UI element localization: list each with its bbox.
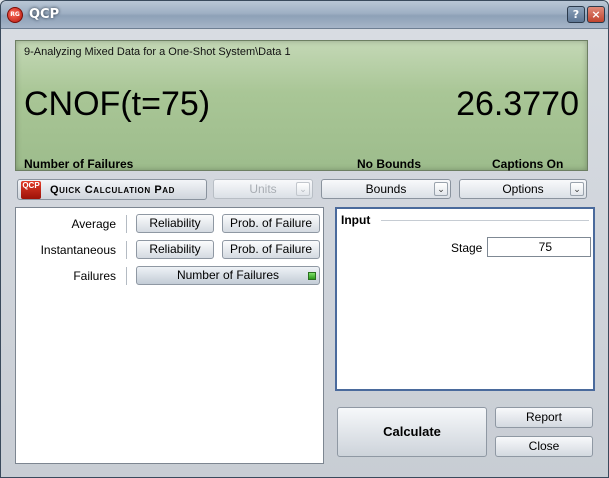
window-title: QCP [29, 7, 60, 22]
bounds-dropdown[interactable]: Bounds ⌄ [321, 179, 451, 199]
row-divider [126, 241, 127, 259]
row-divider [126, 215, 127, 233]
stage-label: Stage [451, 241, 483, 255]
help-button[interactable]: ? [567, 6, 585, 23]
app-logo-icon: RG [7, 7, 23, 23]
window-close-button[interactable]: × [587, 6, 605, 23]
result-value: 26.3770 [456, 85, 579, 123]
row-divider [126, 267, 127, 285]
quick-calculation-pad-button[interactable]: QCP Quick Calculation Pad [17, 179, 207, 200]
chevron-down-icon[interactable]: ⌄ [434, 182, 448, 196]
status-bounds: No Bounds [357, 157, 421, 171]
instantaneous-prob-failure-button[interactable]: Prob. of Failure [222, 240, 320, 259]
result-function: CNOF(t=75) [24, 85, 211, 123]
selected-indicator-icon [308, 272, 316, 280]
average-prob-failure-button[interactable]: Prob. of Failure [222, 214, 320, 233]
chevron-down-icon[interactable]: ⌄ [570, 182, 584, 196]
options-label: Options [502, 182, 544, 196]
average-reliability-button[interactable]: Reliability [136, 214, 214, 233]
qcp-window: RG QCP ? × 9-Analyzing Mixed Data for a … [0, 0, 609, 478]
number-of-failures-label: Number of Failures [176, 268, 280, 282]
report-button[interactable]: Report [495, 407, 593, 428]
row-label-instantaneous: Instantaneous [40, 243, 116, 257]
qcp-logo-icon: QCP [21, 181, 41, 199]
data-path: 9-Analyzing Mixed Data for a One-Shot Sy… [24, 46, 291, 58]
chevron-down-icon: ⌄ [296, 182, 310, 196]
results-display: 9-Analyzing Mixed Data for a One-Shot Sy… [15, 40, 588, 171]
options-dropdown[interactable]: Options ⌄ [459, 179, 587, 199]
close-button[interactable]: Close [495, 436, 593, 457]
units-dropdown: Units ⌄ [213, 179, 313, 199]
function-selection-panel: Average Reliability Prob. of Failure Ins… [15, 207, 324, 464]
row-label-failures: Failures [73, 269, 116, 283]
instantaneous-reliability-button[interactable]: Reliability [136, 240, 214, 259]
status-captions: Captions On [492, 157, 564, 171]
status-result-type: Number of Failures [24, 157, 134, 171]
calculate-button[interactable]: Calculate [337, 407, 487, 457]
quick-calculation-pad-label: Quick Calculation Pad [50, 184, 176, 196]
bounds-label: Bounds [365, 182, 407, 196]
input-panel: Input Stage [335, 207, 595, 391]
stage-input[interactable] [487, 237, 591, 257]
number-of-failures-button[interactable]: Number of Failures [136, 266, 320, 285]
title-bar[interactable]: RG QCP ? × [1, 1, 608, 29]
group-divider [381, 220, 589, 221]
row-label-average: Average [71, 217, 116, 231]
units-label: Units [249, 182, 277, 196]
input-group-title: Input [341, 213, 371, 227]
